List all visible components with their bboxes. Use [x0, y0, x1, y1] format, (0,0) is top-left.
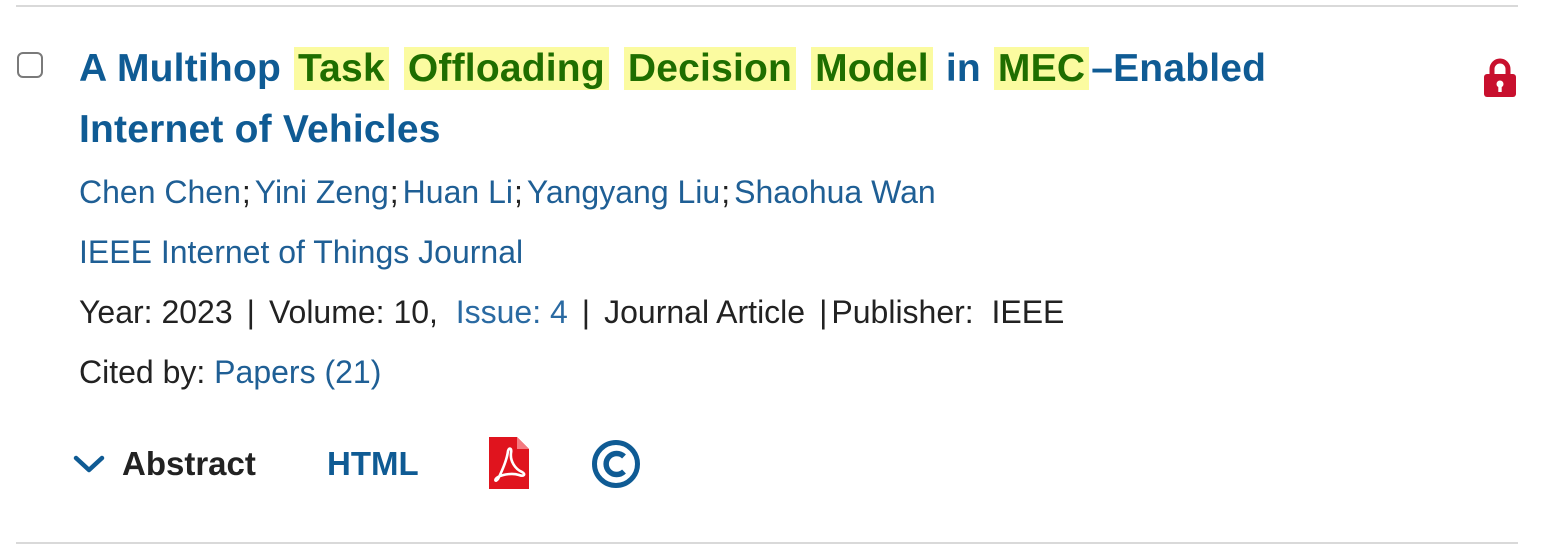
author-separator: ; [389, 174, 399, 210]
meta-divider: | [819, 294, 828, 330]
author-separator: ; [513, 174, 523, 210]
bottom-divider [16, 542, 1518, 544]
journal-link[interactable]: IEEE Internet of Things Journal [79, 232, 523, 272]
html-link[interactable]: HTML [327, 436, 419, 492]
abstract-toggle-button[interactable]: Abstract [72, 436, 256, 492]
select-result-checkbox[interactable] [17, 52, 43, 78]
author-link[interactable]: Huan Li [403, 174, 513, 210]
author-link[interactable]: Yangyang Liu [527, 174, 720, 210]
issue-link[interactable]: Issue: 4 [456, 294, 568, 330]
highlighted-term: Task [294, 47, 389, 90]
publication-meta: Year: 2023 | Volume: 10, Issue: 4 | Journal … [79, 292, 1064, 332]
meta-divider: | [581, 294, 591, 330]
title-text: A Multihop [79, 47, 293, 90]
author-link[interactable]: Chen Chen [79, 174, 241, 210]
cited-by: Cited by: Papers (21) [79, 352, 381, 392]
title-link[interactable]: A Multihop Task Offloading Decision Mode… [79, 47, 1266, 151]
content-type: Journal Article [604, 294, 806, 330]
title-text [611, 47, 622, 90]
year-value: 2023 [161, 294, 233, 330]
top-divider [16, 5, 1518, 7]
pdf-icon[interactable] [489, 437, 529, 489]
title-text: in [934, 47, 992, 90]
volume-value: 10, [393, 294, 438, 330]
highlighted-term: Offloading [403, 47, 609, 90]
result-title[interactable]: A Multihop Task Offloading Decision Mode… [79, 38, 1379, 160]
meta-divider: | [246, 294, 255, 330]
highlighted-term: MEC [993, 47, 1090, 90]
author-link[interactable]: Yini Zeng [255, 174, 389, 210]
lock-icon [1484, 58, 1516, 97]
publisher-value: IEEE [991, 294, 1065, 330]
highlighted-term: Model [811, 47, 933, 90]
author-link[interactable]: Shaohua Wan [734, 174, 936, 210]
cited-by-label: Cited by: [79, 354, 206, 390]
cited-papers-link[interactable]: Papers (21) [214, 354, 381, 390]
author-separator: ; [721, 174, 731, 210]
chevron-down-icon [73, 455, 105, 473]
publisher-label: Publisher: [831, 294, 974, 330]
title-text [798, 47, 809, 90]
abstract-label: Abstract [122, 445, 256, 482]
title-text [391, 47, 402, 90]
copyright-icon[interactable] [591, 439, 641, 489]
author-list: Chen Chen; Yini Zeng; Huan Li; Yangyang Liu… [79, 172, 936, 212]
author-separator: ; [241, 174, 251, 210]
year-label: Year: [79, 294, 153, 330]
volume-label: Volume: [268, 294, 385, 330]
highlighted-term: Decision [623, 47, 797, 90]
